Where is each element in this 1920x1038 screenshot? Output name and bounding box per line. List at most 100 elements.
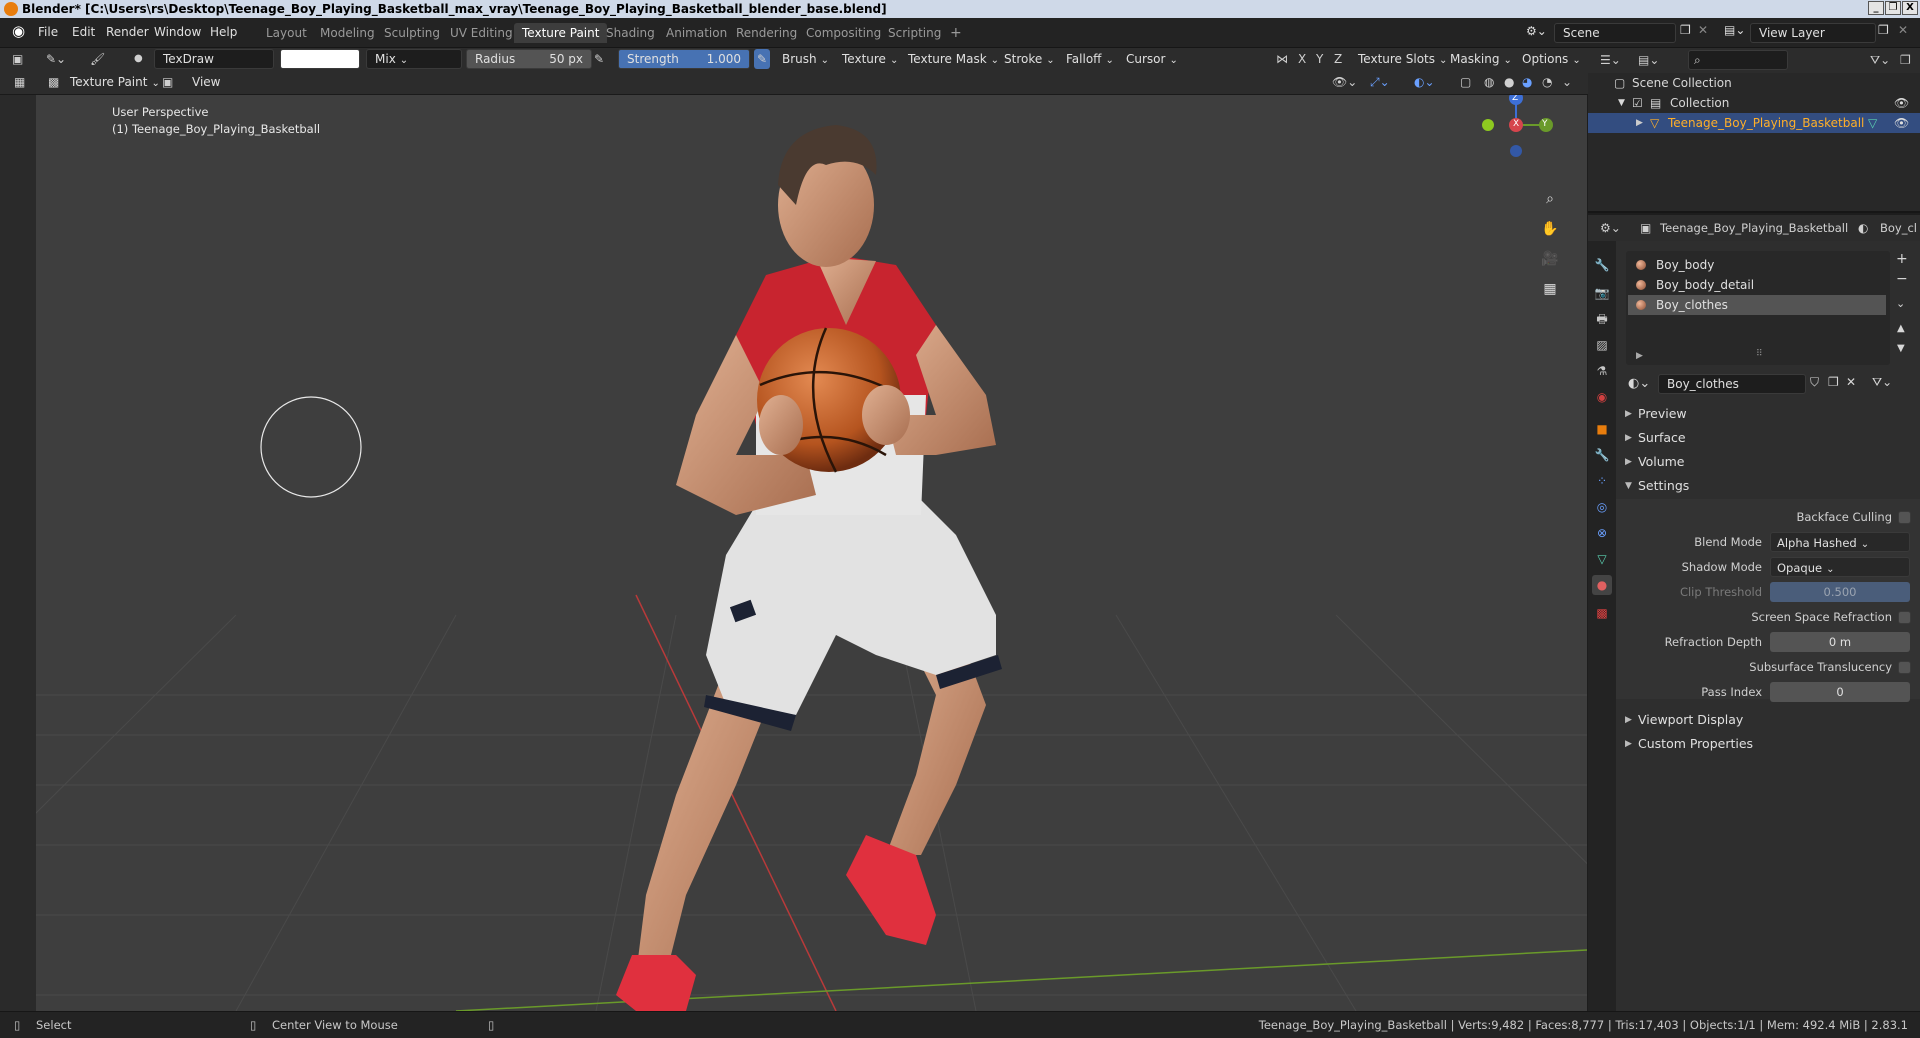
- expand-arrow-icon[interactable]: ▶: [1636, 113, 1643, 133]
- tab-shading[interactable]: Shading: [598, 23, 663, 43]
- add-workspace-button[interactable]: +: [942, 23, 970, 43]
- remove-slot-icon[interactable]: −: [1896, 271, 1908, 287]
- tab-compositing[interactable]: Compositing: [798, 23, 889, 43]
- mirror-y-toggle[interactable]: Y: [1316, 49, 1323, 69]
- new-collection-icon[interactable]: ❐: [1900, 50, 1911, 70]
- tab-uv-editing[interactable]: UV Editing: [442, 23, 521, 43]
- camera-view-icon[interactable]: 🎥: [1538, 247, 1562, 271]
- maximize-button[interactable]: ❐: [1885, 1, 1901, 15]
- move-slot-down-icon[interactable]: ▼: [1897, 343, 1905, 354]
- brush-menu[interactable]: Brush: [776, 49, 835, 69]
- gizmo-toggle-icon[interactable]: ⤢⌄: [1370, 72, 1390, 92]
- navigation-gizmo[interactable]: [1456, 95, 1566, 185]
- view-layer-field[interactable]: View Layer: [1750, 23, 1876, 43]
- tab-layout[interactable]: Layout: [258, 23, 315, 43]
- delete-scene-icon[interactable]: ✕: [1698, 23, 1708, 37]
- list-resize-handle[interactable]: ⠿: [1756, 349, 1763, 359]
- output-tab-icon[interactable]: 🖶: [1592, 309, 1612, 329]
- render-tab-icon[interactable]: 📷: [1592, 283, 1612, 303]
- refraction-depth-field[interactable]: 0 m: [1770, 632, 1910, 652]
- pan-hand-icon[interactable]: ✋: [1538, 217, 1562, 241]
- zoom-icon[interactable]: ⌕: [1538, 187, 1562, 211]
- minimize-button[interactable]: _: [1868, 1, 1884, 15]
- collapse-arrow-icon[interactable]: ▼: [1618, 93, 1625, 113]
- mode-dropdown[interactable]: Texture Paint: [64, 72, 166, 92]
- visibility-icon[interactable]: 👁⌄: [1332, 72, 1357, 92]
- move-slot-up-icon[interactable]: ▲: [1897, 323, 1905, 334]
- world-tab-icon[interactable]: ◉: [1592, 387, 1612, 407]
- physics-tab-icon[interactable]: ◎: [1592, 497, 1612, 517]
- pass-index-field[interactable]: 0: [1770, 682, 1910, 702]
- strength-pressure-icon[interactable]: ✎: [754, 49, 771, 69]
- display-mode-icon[interactable]: ▤⌄: [1638, 50, 1659, 70]
- mirror-z-toggle[interactable]: Z: [1334, 49, 1342, 69]
- options-menu[interactable]: Options: [1516, 49, 1587, 69]
- tab-rendering[interactable]: Rendering: [728, 23, 805, 43]
- menu-file[interactable]: File: [38, 25, 58, 39]
- material-slot-boy-clothes[interactable]: Boy_clothes: [1628, 295, 1886, 315]
- falloff-menu[interactable]: Falloff: [1060, 49, 1120, 69]
- outliner-search-input[interactable]: [1688, 50, 1788, 70]
- new-scene-icon[interactable]: ❐: [1680, 23, 1691, 37]
- paint-mask-icon[interactable]: ▣: [162, 72, 173, 92]
- texture-menu[interactable]: Texture: [836, 49, 904, 69]
- blender-menu-icon[interactable]: ◉: [12, 22, 25, 40]
- menu-help[interactable]: Help: [210, 25, 237, 39]
- modifier-tab-icon[interactable]: 🔧: [1592, 445, 1612, 465]
- wireframe-shading-icon[interactable]: ◍: [1484, 72, 1494, 92]
- tab-texture-paint[interactable]: Texture Paint: [514, 23, 608, 43]
- clip-threshold-field[interactable]: 0.500: [1770, 582, 1910, 602]
- new-view-layer-icon[interactable]: ❐: [1878, 23, 1889, 37]
- shading-options-icon[interactable]: ⌄: [1562, 72, 1572, 92]
- subsurface-translucency-checkbox[interactable]: [1898, 661, 1911, 674]
- backface-culling-checkbox[interactable]: [1898, 511, 1911, 524]
- stroke-menu[interactable]: Stroke: [998, 49, 1061, 69]
- fake-user-shield-icon[interactable]: ⛉: [1810, 375, 1819, 390]
- screen-space-refraction-checkbox[interactable]: [1898, 611, 1911, 624]
- material-slot-boy-body-detail[interactable]: Boy_body_detail: [1628, 275, 1886, 295]
- editor-type-icon[interactable]: ▣: [12, 49, 23, 69]
- texture-tab-icon[interactable]: ▩: [1592, 603, 1612, 623]
- fake-user-icon[interactable]: ●: [134, 49, 143, 69]
- texture-slots-menu[interactable]: Texture Slots: [1352, 49, 1453, 69]
- blend-mode-dropdown[interactable]: Alpha Hashed: [1770, 532, 1910, 552]
- properties-editor-icon[interactable]: ⚙⌄: [1600, 218, 1621, 238]
- rendered-shading-icon[interactable]: ◔: [1542, 72, 1552, 92]
- slot-specials-icon[interactable]: ⌄: [1896, 297, 1905, 310]
- close-button[interactable]: X: [1902, 1, 1918, 15]
- link-type-icon[interactable]: ⛛⌄: [1872, 375, 1892, 390]
- filter-icon[interactable]: ⛛⌄: [1870, 50, 1890, 70]
- list-expand-icon[interactable]: ▶: [1636, 351, 1643, 361]
- add-slot-icon[interactable]: +: [1896, 251, 1908, 267]
- tool-selector-icon[interactable]: ✎⌄: [46, 49, 66, 69]
- 3d-viewport[interactable]: User Perspective (1) Teenage_Boy_Playing…: [36, 95, 1587, 1011]
- outliner-collection[interactable]: ▼ ☑ ▤ Collection 👁: [1588, 93, 1920, 113]
- tab-modeling[interactable]: Modeling: [312, 23, 383, 43]
- duplicate-material-icon[interactable]: ❐: [1828, 375, 1839, 389]
- menu-render[interactable]: Render: [106, 25, 149, 39]
- material-name-field[interactable]: Boy_clothes: [1658, 374, 1806, 394]
- cursor-menu[interactable]: Cursor: [1120, 49, 1184, 69]
- outliner-scene-collection[interactable]: ▢ Scene Collection: [1588, 73, 1920, 93]
- tab-scripting[interactable]: Scripting: [880, 23, 949, 43]
- view-menu[interactable]: View: [186, 72, 226, 92]
- solid-shading-icon[interactable]: ●: [1504, 72, 1514, 92]
- material-preview-icon[interactable]: ◕: [1522, 72, 1532, 92]
- scene-selector-icon[interactable]: ⚙⌄: [1526, 24, 1547, 38]
- checkbox-icon[interactable]: ☑: [1632, 93, 1643, 113]
- shadow-mode-dropdown[interactable]: Opaque: [1770, 557, 1910, 577]
- unlink-material-icon[interactable]: ✕: [1846, 375, 1856, 389]
- panel-volume[interactable]: ▶ Volume: [1616, 451, 1920, 473]
- object-tab-icon[interactable]: ■: [1592, 419, 1612, 439]
- tab-animation[interactable]: Animation: [658, 23, 735, 43]
- xray-toggle-icon[interactable]: ▢: [1460, 72, 1471, 92]
- texture-mask-menu[interactable]: Texture Mask: [902, 49, 1005, 69]
- delete-view-layer-icon[interactable]: ✕: [1898, 23, 1908, 37]
- brush-color-swatch[interactable]: [280, 49, 360, 69]
- strength-slider[interactable]: Strength 1.000: [618, 49, 750, 69]
- mirror-x-toggle[interactable]: X: [1298, 49, 1306, 69]
- perspective-toggle-icon[interactable]: ▦: [1538, 277, 1562, 301]
- object-eye-icon[interactable]: 👁: [1894, 113, 1909, 133]
- panel-custom-properties[interactable]: ▶ Custom Properties: [1616, 733, 1920, 755]
- eye-icon[interactable]: 👁: [1894, 93, 1909, 113]
